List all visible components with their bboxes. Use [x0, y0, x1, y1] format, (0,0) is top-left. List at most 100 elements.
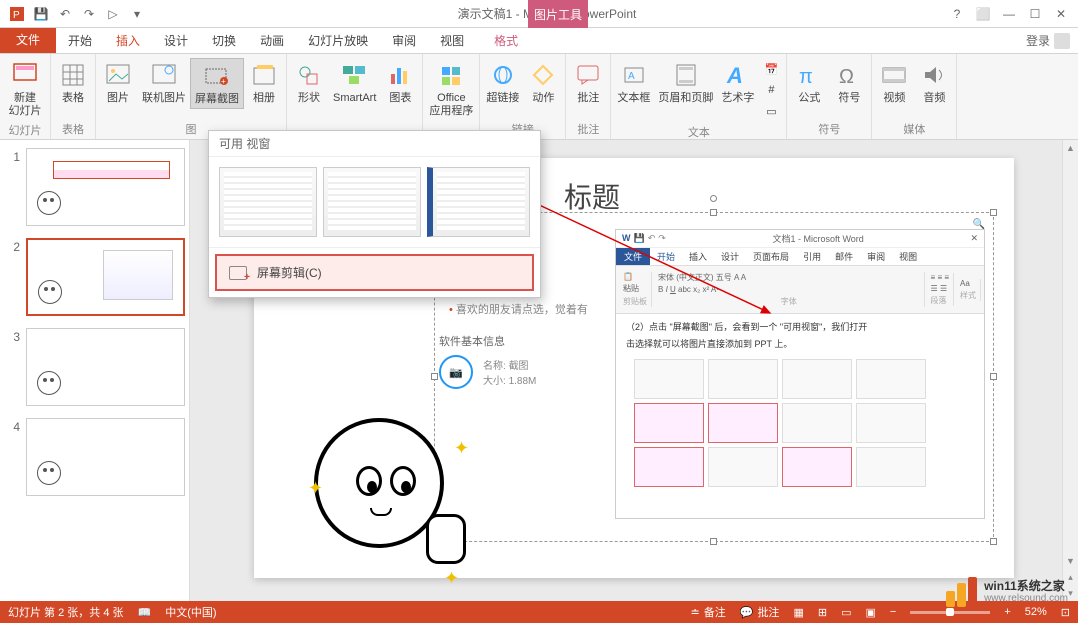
- ribbon-group-text: A 文本框 页眉和页脚 A 艺术字 📅 # ▭ 文本: [611, 54, 787, 139]
- equation-button[interactable]: π 公式: [789, 58, 829, 107]
- language-label[interactable]: 中文(中国): [165, 604, 216, 620]
- office-apps-button[interactable]: Office 应用程序: [425, 58, 477, 120]
- maximize-icon[interactable]: ☐: [1024, 3, 1046, 25]
- textbox-button[interactable]: A 文本框: [613, 58, 654, 122]
- tab-animations[interactable]: 动画: [248, 28, 296, 53]
- ribbon-tabs: 文件 开始 插入 设计 切换 动画 幻灯片放映 审阅 视图 格式 登录: [0, 28, 1078, 54]
- resize-handle[interactable]: [710, 209, 717, 216]
- audio-button[interactable]: 音频: [914, 58, 954, 107]
- chart-button[interactable]: 图表: [380, 58, 420, 107]
- album-button[interactable]: 相册: [244, 58, 284, 109]
- svg-text:π: π: [799, 66, 813, 87]
- slide-thumb-1[interactable]: 1 计划表: [4, 148, 185, 226]
- action-button[interactable]: 动作: [523, 58, 563, 107]
- rotate-handle[interactable]: [710, 195, 717, 202]
- new-slide-button[interactable]: 新建 幻灯片: [2, 58, 48, 120]
- resize-handle[interactable]: [990, 209, 997, 216]
- table-button[interactable]: 表格: [53, 58, 93, 107]
- status-bar: 幻灯片 第 2 张，共 4 张 📖 中文(中国) ≐ 备注 💬 批注 ▦ ⊞ ▭…: [0, 601, 1078, 623]
- start-slideshow-icon[interactable]: ▷: [102, 3, 124, 25]
- ppt-icon[interactable]: P: [6, 3, 28, 25]
- login-label: 登录: [1026, 32, 1050, 49]
- notes-button[interactable]: ≐ 备注: [691, 604, 726, 620]
- window-thumb-3[interactable]: [427, 167, 530, 237]
- resize-handle[interactable]: [431, 373, 438, 380]
- picture-button[interactable]: 图片: [98, 58, 138, 109]
- login-button[interactable]: 登录: [1018, 28, 1078, 53]
- window-thumb-1[interactable]: [219, 167, 317, 237]
- help-icon[interactable]: ?: [946, 3, 968, 25]
- header-footer-button[interactable]: 页眉和页脚: [654, 58, 717, 122]
- online-picture-icon: [148, 60, 180, 90]
- comment-button[interactable]: 批注: [568, 58, 608, 107]
- normal-view-icon[interactable]: ▦: [793, 606, 803, 619]
- vertical-scrollbar[interactable]: ▲ ▼ ▴ ▾: [1062, 140, 1078, 601]
- slide-thumbnail-panel[interactable]: 1 计划表 2 3 4: [0, 140, 190, 601]
- screenshot-button[interactable]: + 屏幕截图: [190, 58, 244, 109]
- resize-handle[interactable]: [710, 538, 717, 545]
- table-icon: [57, 60, 89, 90]
- tab-home[interactable]: 开始: [56, 28, 104, 53]
- slide-counter[interactable]: 幻灯片 第 2 张，共 4 张: [8, 604, 124, 620]
- text-more-button[interactable]: 📅 # ▭: [758, 58, 784, 122]
- screenshot-icon: +: [201, 61, 233, 91]
- screen-clipping-label: 屏幕剪辑(C): [257, 264, 322, 281]
- resize-handle[interactable]: [990, 538, 997, 545]
- zoom-out-icon[interactable]: −: [890, 606, 896, 618]
- hyperlink-button[interactable]: 超链接: [482, 58, 523, 107]
- svg-text:A: A: [628, 71, 635, 82]
- resize-handle[interactable]: [990, 373, 997, 380]
- slide-thumb-2[interactable]: 2: [4, 238, 185, 316]
- undo-icon[interactable]: ↶: [54, 3, 76, 25]
- available-windows: [209, 157, 540, 247]
- watermark: win11系统之家 www.relsound.com: [946, 577, 1068, 607]
- slideshow-view-icon[interactable]: ▣: [865, 606, 875, 619]
- scroll-down-icon[interactable]: ▼: [1063, 553, 1078, 569]
- fit-window-icon[interactable]: ⊡: [1061, 606, 1070, 619]
- symbol-button[interactable]: Ω 符号: [829, 58, 869, 107]
- scroll-up-icon[interactable]: ▲: [1063, 140, 1078, 156]
- comments-button[interactable]: 💬 批注: [740, 604, 780, 620]
- svg-text:A: A: [726, 63, 743, 87]
- watermark-url: www.relsound.com: [984, 593, 1068, 605]
- tab-view[interactable]: 视图: [428, 28, 476, 53]
- window-thumb-2[interactable]: [323, 167, 421, 237]
- online-picture-button[interactable]: 联机图片: [138, 58, 190, 109]
- slide-number-icon: #: [762, 81, 780, 99]
- sorter-view-icon[interactable]: ⊞: [818, 606, 827, 619]
- svg-text:+: +: [221, 77, 226, 86]
- smartart-button[interactable]: SmartArt: [329, 58, 380, 107]
- ribbon-group-illustrations: 形状 SmartArt 图表: [287, 54, 423, 139]
- tab-file[interactable]: 文件: [0, 28, 56, 53]
- slide-thumb-4[interactable]: 4: [4, 418, 185, 496]
- slide-thumb-3[interactable]: 3: [4, 328, 185, 406]
- reading-view-icon[interactable]: ▭: [841, 606, 851, 619]
- tab-review[interactable]: 审阅: [380, 28, 428, 53]
- qat-more-icon[interactable]: ▾: [126, 3, 148, 25]
- wordart-button[interactable]: A 艺术字: [717, 58, 758, 122]
- svg-text:P: P: [13, 10, 20, 21]
- zoom-level[interactable]: 52%: [1025, 606, 1047, 618]
- ribbon-group-symbols: π 公式 Ω 符号 符号: [787, 54, 872, 139]
- tab-slideshow[interactable]: 幻灯片放映: [296, 28, 380, 53]
- minimize-icon[interactable]: —: [998, 3, 1020, 25]
- smartart-icon: [339, 60, 371, 90]
- camera-icon: 📷: [439, 355, 473, 389]
- date-icon: 📅: [762, 60, 780, 78]
- save-icon[interactable]: 💾: [30, 3, 52, 25]
- tab-insert[interactable]: 插入: [104, 28, 152, 53]
- ribbon-display-icon[interactable]: ⬜: [972, 3, 994, 25]
- spell-check-icon[interactable]: 📖: [138, 606, 152, 619]
- tab-format[interactable]: 格式: [482, 28, 530, 53]
- zoom-in-icon[interactable]: +: [1004, 606, 1010, 618]
- shapes-button[interactable]: 形状: [289, 58, 329, 107]
- zoom-slider[interactable]: [910, 611, 990, 614]
- screen-clipping-action[interactable]: 屏幕剪辑(C): [215, 254, 534, 291]
- shapes-icon: [293, 60, 325, 90]
- context-tab-label: 图片工具: [528, 0, 588, 28]
- tab-design[interactable]: 设计: [152, 28, 200, 53]
- tab-transitions[interactable]: 切换: [200, 28, 248, 53]
- redo-icon[interactable]: ↷: [78, 3, 100, 25]
- video-button[interactable]: 视频: [874, 58, 914, 107]
- close-icon[interactable]: ✕: [1050, 3, 1072, 25]
